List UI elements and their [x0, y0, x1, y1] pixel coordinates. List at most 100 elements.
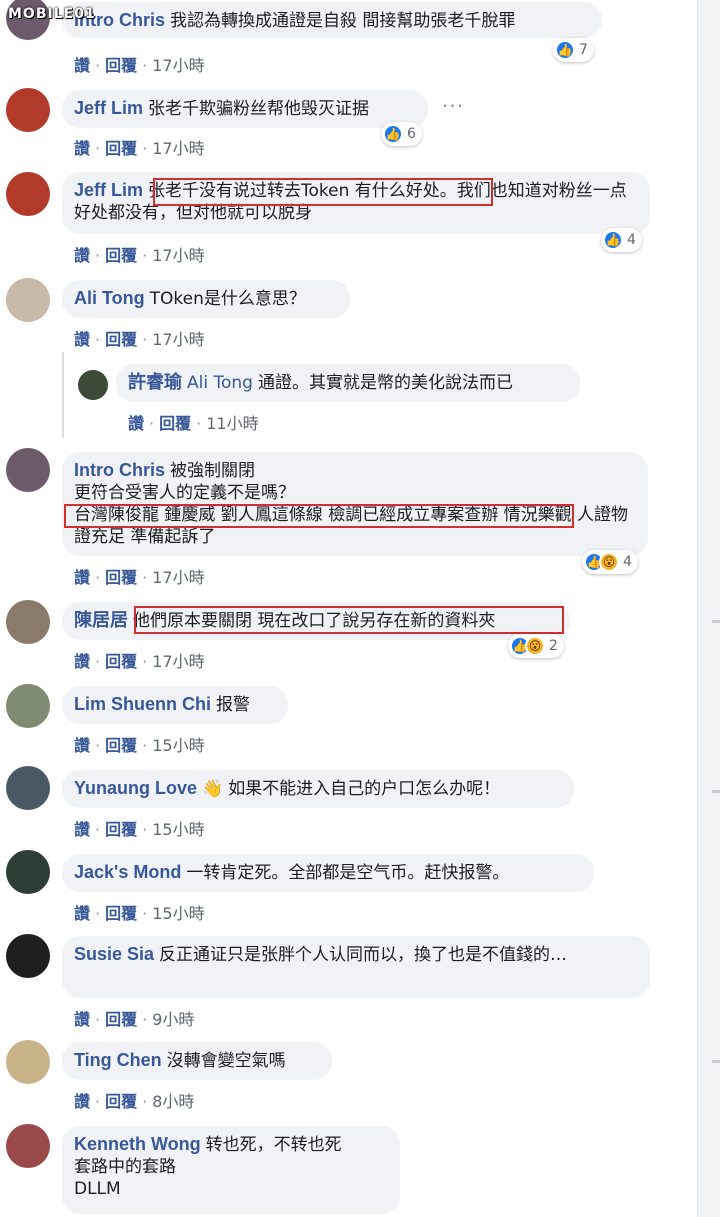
highlight-box	[134, 606, 564, 634]
comment-text: 报警	[216, 695, 250, 715]
comment-actions: 讚 · 回覆 · 17小時	[74, 56, 205, 75]
scrollbar-tick	[712, 1060, 720, 1063]
comment-timestamp[interactable]: 15小時	[152, 736, 204, 755]
comment-timestamp[interactable]: 15小時	[152, 904, 204, 923]
comment-author[interactable]: 許睿瑜	[128, 372, 182, 392]
comment-author[interactable]: Susie Sia	[74, 944, 154, 964]
scrollbar-track[interactable]	[697, 0, 720, 1217]
avatar[interactable]	[6, 766, 50, 810]
comment-bubble: Ting Chen 沒轉會變空氣嗎	[62, 1042, 332, 1080]
scrollbar-tick	[712, 620, 720, 623]
watermark-logo: MOBILE01	[8, 6, 96, 22]
like-icon: 👍	[383, 124, 403, 144]
avatar[interactable]	[78, 370, 108, 400]
like-button[interactable]: 讚	[74, 652, 90, 671]
comment-actions: 讚 · 回覆 · 11小時	[128, 414, 259, 433]
reply-button[interactable]: 回覆	[105, 736, 137, 755]
comment-author[interactable]: Yunaung Love	[74, 778, 197, 798]
reaction-summary[interactable]: 👍 4	[601, 228, 642, 252]
comment-bubble: Intro Chris 我認為轉換成通證是自殺 間接幫助張老千脫罪	[62, 2, 602, 38]
comment-text: TOken是什么意思？	[149, 289, 306, 309]
waving-hand-icon: 👋	[202, 779, 224, 799]
like-button[interactable]: 讚	[74, 139, 90, 158]
reply-button[interactable]: 回覆	[105, 246, 137, 265]
comment-author[interactable]: Jeff Lim	[74, 180, 143, 200]
comment-author[interactable]: 陳居居	[74, 610, 128, 630]
reply-button[interactable]: 回覆	[159, 414, 191, 433]
like-icon: 👍	[555, 40, 575, 60]
comment-actions: 讚 · 回覆 · 15小時	[74, 820, 205, 839]
reply-button[interactable]: 回覆	[105, 652, 137, 671]
comment-author[interactable]: Kenneth Wong	[74, 1134, 201, 1154]
avatar[interactable]	[6, 934, 50, 978]
like-button[interactable]: 讚	[74, 820, 90, 839]
reply-button[interactable]: 回覆	[105, 139, 137, 158]
comment-actions: 讚 · 回覆 · 17小時	[74, 246, 205, 265]
like-button[interactable]: 讚	[74, 736, 90, 755]
comment-author[interactable]: Jack's Mond	[74, 862, 181, 882]
comment-timestamp[interactable]: 15小時	[152, 820, 204, 839]
comment-timestamp[interactable]: 17小時	[152, 652, 204, 671]
comment-timestamp[interactable]: 17小時	[152, 56, 204, 75]
avatar[interactable]	[6, 850, 50, 894]
reply-button[interactable]: 回覆	[105, 820, 137, 839]
reaction-summary[interactable]: 👍 7	[553, 38, 594, 62]
reaction-summary[interactable]: 👍 😮 4	[582, 550, 638, 574]
comment-text: 如果不能进入自己的户口怎么办呢！	[228, 779, 501, 799]
reply-button[interactable]: 回覆	[105, 904, 137, 923]
like-button[interactable]: 讚	[128, 414, 144, 433]
tagged-user[interactable]: Ali Tong	[187, 373, 253, 393]
like-button[interactable]: 讚	[74, 1092, 90, 1111]
comment-text: 一转肯定死。全部都是空气币。赶快报警。	[186, 863, 510, 883]
comment-actions: 讚 · 回覆 · 17小時	[74, 568, 205, 587]
like-button[interactable]: 讚	[74, 904, 90, 923]
avatar[interactable]	[6, 88, 50, 132]
comment-bubble: Jeff Lim 张老千欺骗粉丝帮他毁灭证据	[62, 90, 428, 128]
avatar[interactable]	[6, 684, 50, 728]
comment-author[interactable]: Ali Tong	[74, 288, 145, 308]
highlight-box	[153, 178, 493, 206]
comment-actions: 讚 · 回覆 · 15小時	[74, 904, 205, 923]
reply-button[interactable]: 回覆	[105, 1092, 137, 1111]
comment-bubble: Ali Tong TOken是什么意思？	[62, 280, 350, 318]
comment-actions: 讚 · 回覆 · 15小時	[74, 736, 205, 755]
reply-button[interactable]: 回覆	[105, 56, 137, 75]
comment-author[interactable]: Lim Shuenn Chi	[74, 694, 211, 714]
reply-button[interactable]: 回覆	[105, 330, 137, 349]
comment-timestamp[interactable]: 17小時	[152, 330, 204, 349]
comment-bubble: Jack's Mond 一转肯定死。全部都是空气币。赶快报警。	[62, 854, 594, 892]
more-options-icon[interactable]: ···	[442, 94, 464, 118]
like-button[interactable]: 讚	[74, 330, 90, 349]
comment-timestamp[interactable]: 17小時	[152, 139, 204, 158]
comment-author[interactable]: Ting Chen	[74, 1050, 162, 1070]
comment-text: 通證。其實就是幣的美化說法而已	[257, 373, 513, 393]
avatar[interactable]	[6, 1124, 50, 1168]
wow-icon: 😮	[599, 552, 619, 572]
avatar[interactable]	[6, 1040, 50, 1084]
like-button[interactable]: 讚	[74, 56, 90, 75]
reply-button[interactable]: 回覆	[105, 1010, 137, 1029]
comment-author[interactable]: Intro Chris	[74, 460, 165, 480]
comment-actions: 讚 · 回覆 · 8小時	[74, 1092, 195, 1111]
like-button[interactable]: 讚	[74, 246, 90, 265]
avatar[interactable]	[6, 600, 50, 644]
comment-timestamp[interactable]: 17小時	[152, 246, 204, 265]
comment-author[interactable]: Jeff Lim	[74, 98, 143, 118]
comment-bubble: Susie Sia 反正通证只是张胖个人认同而以，換了也是不值錢的…	[62, 936, 650, 998]
reaction-summary[interactable]: 👍 6	[381, 122, 422, 146]
avatar[interactable]	[6, 172, 50, 216]
avatar[interactable]	[6, 278, 50, 322]
reply-thread-line	[62, 352, 64, 438]
avatar[interactable]	[6, 448, 50, 492]
wow-icon: 😮	[525, 636, 545, 656]
like-button[interactable]: 讚	[74, 1010, 90, 1029]
comment-text: 我認為轉換成通證是自殺 間接幫助張老千脫罪	[170, 11, 516, 31]
comment-bubble: 許睿瑜 Ali Tong 通證。其實就是幣的美化說法而已	[116, 364, 580, 402]
comment-timestamp[interactable]: 9小時	[152, 1010, 194, 1029]
comment-timestamp[interactable]: 8小時	[152, 1092, 194, 1111]
reply-button[interactable]: 回覆	[105, 568, 137, 587]
comment-timestamp[interactable]: 17小時	[152, 568, 204, 587]
like-button[interactable]: 讚	[74, 568, 90, 587]
comment-timestamp[interactable]: 11小時	[206, 414, 258, 433]
reaction-summary[interactable]: 👍 😮 2	[508, 634, 564, 658]
